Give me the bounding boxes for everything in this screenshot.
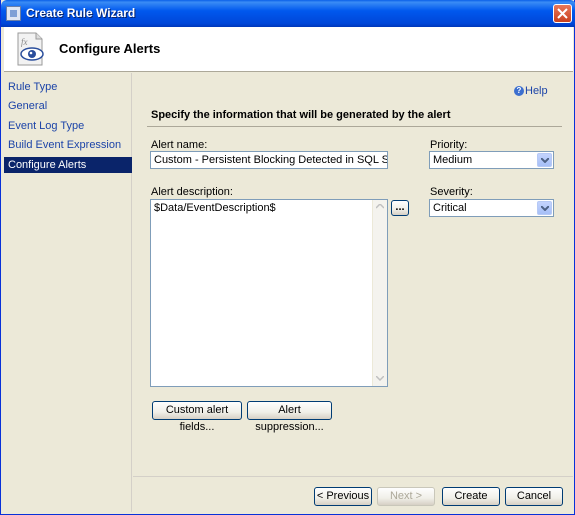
scroll-down-button[interactable] xyxy=(373,372,387,386)
priority-dropdown-button[interactable] xyxy=(537,153,552,167)
window-title: Create Rule Wizard xyxy=(26,6,136,20)
create-button[interactable]: Create xyxy=(442,487,500,506)
previous-button[interactable]: < Previous xyxy=(314,487,372,506)
chevron-up-icon xyxy=(376,204,384,209)
wizard-nav: Rule Type General Event Log Type Build E… xyxy=(4,73,132,512)
title-bar[interactable]: Create Rule Wizard xyxy=(1,0,575,27)
svg-text:fx: fx xyxy=(21,37,28,47)
alert-name-input[interactable]: Custom - Persistent Blocking Detected in… xyxy=(150,151,388,169)
alert-description-label: Alert description: xyxy=(151,186,233,198)
nav-item-event-log-type[interactable]: Event Log Type xyxy=(4,118,132,134)
priority-select[interactable]: Medium xyxy=(429,151,554,169)
wizard-header: fx Configure Alerts xyxy=(4,27,573,72)
chevron-down-icon xyxy=(541,158,549,163)
close-icon xyxy=(557,8,568,19)
page-title: Configure Alerts xyxy=(59,41,161,56)
nav-item-build-event-expression[interactable]: Build Event Expression xyxy=(4,137,132,153)
alert-description-text: $Data/EventDescription$ xyxy=(154,202,276,214)
priority-value: Medium xyxy=(433,154,473,166)
nav-item-general[interactable]: General xyxy=(4,98,132,114)
description-scrollbar[interactable] xyxy=(372,200,387,386)
chevron-down-icon xyxy=(541,206,549,211)
alert-description-textarea[interactable]: $Data/EventDescription$ xyxy=(150,199,388,387)
heading-divider xyxy=(147,126,562,127)
severity-value: Critical xyxy=(433,202,467,214)
alert-suppression-button[interactable]: Alert suppression... xyxy=(247,401,332,433)
alert-name-label: Alert name: xyxy=(151,139,208,151)
priority-label: Priority: xyxy=(430,139,468,151)
footer-divider xyxy=(133,476,573,477)
chevron-down-icon xyxy=(376,376,384,381)
help-link[interactable]: Help xyxy=(525,85,548,97)
help-icon[interactable]: ? xyxy=(514,86,524,96)
severity-dropdown-button[interactable] xyxy=(537,201,552,215)
rule-eye-icon: fx xyxy=(17,32,44,66)
custom-alert-fields-button[interactable]: Custom alert fields... xyxy=(152,401,242,433)
section-heading: Specify the information that will be gen… xyxy=(151,109,451,121)
nav-item-rule-type[interactable]: Rule Type xyxy=(4,79,132,95)
scroll-up-button[interactable] xyxy=(373,200,387,214)
main-panel: ? Help Specify the information that will… xyxy=(133,73,573,512)
cancel-button[interactable]: Cancel xyxy=(505,487,563,506)
severity-label: Severity: xyxy=(430,186,473,198)
description-builder-button[interactable]: ... xyxy=(391,200,409,216)
next-button[interactable]: Next > xyxy=(377,487,435,506)
close-button[interactable] xyxy=(553,4,572,23)
severity-select[interactable]: Critical xyxy=(429,199,554,217)
window-icon xyxy=(6,6,21,21)
wizard-window: Create Rule Wizard fx Configure Alerts R… xyxy=(0,0,575,515)
nav-item-configure-alerts[interactable]: Configure Alerts xyxy=(4,157,132,173)
